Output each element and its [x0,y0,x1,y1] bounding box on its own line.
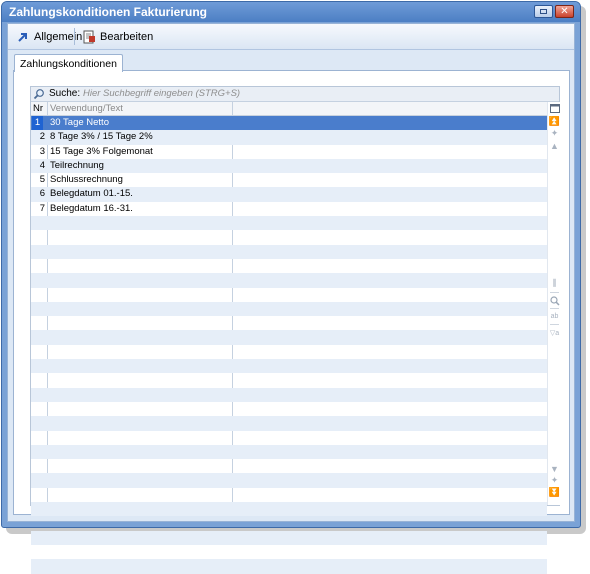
close-icon: ✕ [560,5,569,17]
empty-row [31,359,547,374]
empty-row [31,216,547,231]
empty-row [31,516,547,530]
empty-row [31,259,547,273]
restore-icon [540,9,547,14]
empty-row [31,545,547,559]
edit-document-icon [82,30,96,44]
search-input[interactable] [83,87,553,100]
column-header-verwendung-text[interactable]: Verwendung/Text [50,103,123,114]
table-row[interactable]: 6 Belegdatum 01.-15. [31,187,547,202]
double-up-icon: ✦ [550,128,559,138]
empty-row [31,444,547,460]
toolbar: Allgemein Bearbeiten [8,24,574,50]
grid-side-toolbar: ⏫ ✦ ▲ ⫼ ab ▽a ▼ ✦ ⏬ [547,102,561,505]
search-icon[interactable] [33,88,45,100]
tab-page: Suche: Nr Verwendung/Text 1 30 Tage Nett… [13,70,570,574]
window-content: Allgemein Bearbeiten Zahlungskonditionen… [7,23,575,574]
side-divider [550,324,559,325]
column-chooser-button[interactable] [549,103,560,114]
row-text: Schlussrechnung [50,174,123,186]
row-text: 15 Tage 3% Folgemonat [50,145,153,157]
empty-row [31,330,547,345]
next-record-button[interactable]: ▼ [549,463,560,474]
previous-record-button[interactable]: ▲ [549,140,560,151]
down-arrow-icon: ▼ [550,463,559,474]
empty-row [31,416,547,431]
up-arrow-icon: ▲ [550,140,559,151]
row-nr: 7 [39,202,45,214]
table-row[interactable]: 1 30 Tage Netto [31,116,547,131]
search-label: Suche: [49,88,81,99]
empty-row [31,387,547,402]
edit-button-label: Bearbeiten [100,30,154,43]
table-row[interactable]: 4 Teilrechnung [31,158,547,174]
empty-row [31,431,547,445]
row-text: 30 Tage Netto [50,117,109,128]
search-bar: Suche: [31,87,559,102]
grid-rows: 1 30 Tage Netto 2 8 Tage 3% / 15 Tage 2%… [31,116,547,574]
empty-row [31,288,547,302]
find-replace-button[interactable]: ab [549,311,560,322]
find-replace-icon: ab [550,313,559,320]
empty-row [31,473,547,488]
filter-icon: ▽a [549,329,560,337]
table-row[interactable]: 7 Belegdatum 16.-31. [31,202,547,216]
next-page-button[interactable]: ✦ [549,475,560,486]
double-down-icon: ✦ [550,475,559,485]
row-nr: 1 [32,116,43,131]
title-bar[interactable]: Zahlungskonditionen Fakturierung ✕ [2,2,580,22]
row-text: Belegdatum 16.-31. [50,202,133,214]
row-nr: 3 [39,145,45,157]
row-text: 8 Tage 3% / 15 Tage 2% [50,131,153,143]
column-header-nr[interactable]: Nr [33,103,43,114]
previous-page-button[interactable]: ✦ [549,128,560,139]
empty-row [31,402,547,416]
arrow-up-right-icon [16,30,30,44]
tab-zahlungskonditionen[interactable]: Zahlungskonditionen [14,54,123,72]
empty-row [31,301,547,317]
conditions-grid: Suche: Nr Verwendung/Text 1 30 Tage Nett… [30,86,561,574]
window-title: Zahlungskonditionen Fakturierung [9,5,207,19]
row-nr: 4 [39,159,45,171]
table-row[interactable]: 3 15 Tage 3% Folgemonat [31,145,547,159]
first-record-icon: ⏫ [548,116,561,126]
table-row[interactable]: 5 Schlussrechnung [31,173,547,187]
row-text: Teilrechnung [50,159,104,171]
first-record-button[interactable]: ⏫ [549,116,560,127]
list-view-icon: ⫼ [552,278,557,288]
restore-button[interactable] [534,5,553,18]
side-divider [550,308,559,309]
filter-button[interactable]: ▽a [549,327,560,338]
empty-row [31,230,547,244]
close-button[interactable]: ✕ [555,5,574,18]
grid-header: Nr Verwendung/Text [31,102,547,116]
side-divider [550,292,559,293]
empty-row [31,373,547,387]
magnifier-icon [549,295,560,306]
empty-row [31,559,547,574]
general-button-label: Allgemein [34,30,83,43]
main-window: Zahlungskonditionen Fakturierung ✕ Allge… [1,1,581,574]
empty-row [31,488,547,502]
empty-row [31,459,547,473]
last-record-icon: ⏬ [548,487,561,497]
empty-row [31,244,547,259]
empty-row [31,273,547,288]
empty-row [31,316,547,330]
table-row[interactable]: 2 8 Tage 3% / 15 Tage 2% [31,130,547,145]
row-nr: 2 [39,131,45,143]
row-nr: 6 [39,188,45,200]
edit-button[interactable]: Bearbeiten [82,28,153,45]
empty-row [31,345,547,359]
empty-row [31,502,547,517]
last-record-button[interactable]: ⏬ [549,487,560,498]
toolbar-separator [74,28,75,45]
general-button[interactable]: Allgemein [16,28,82,45]
column-chooser-icon [549,104,560,113]
row-text: Belegdatum 01.-15. [50,188,133,200]
zoom-button[interactable] [549,295,560,306]
list-view-button[interactable]: ⫼ [549,278,560,289]
row-nr: 5 [39,174,45,186]
